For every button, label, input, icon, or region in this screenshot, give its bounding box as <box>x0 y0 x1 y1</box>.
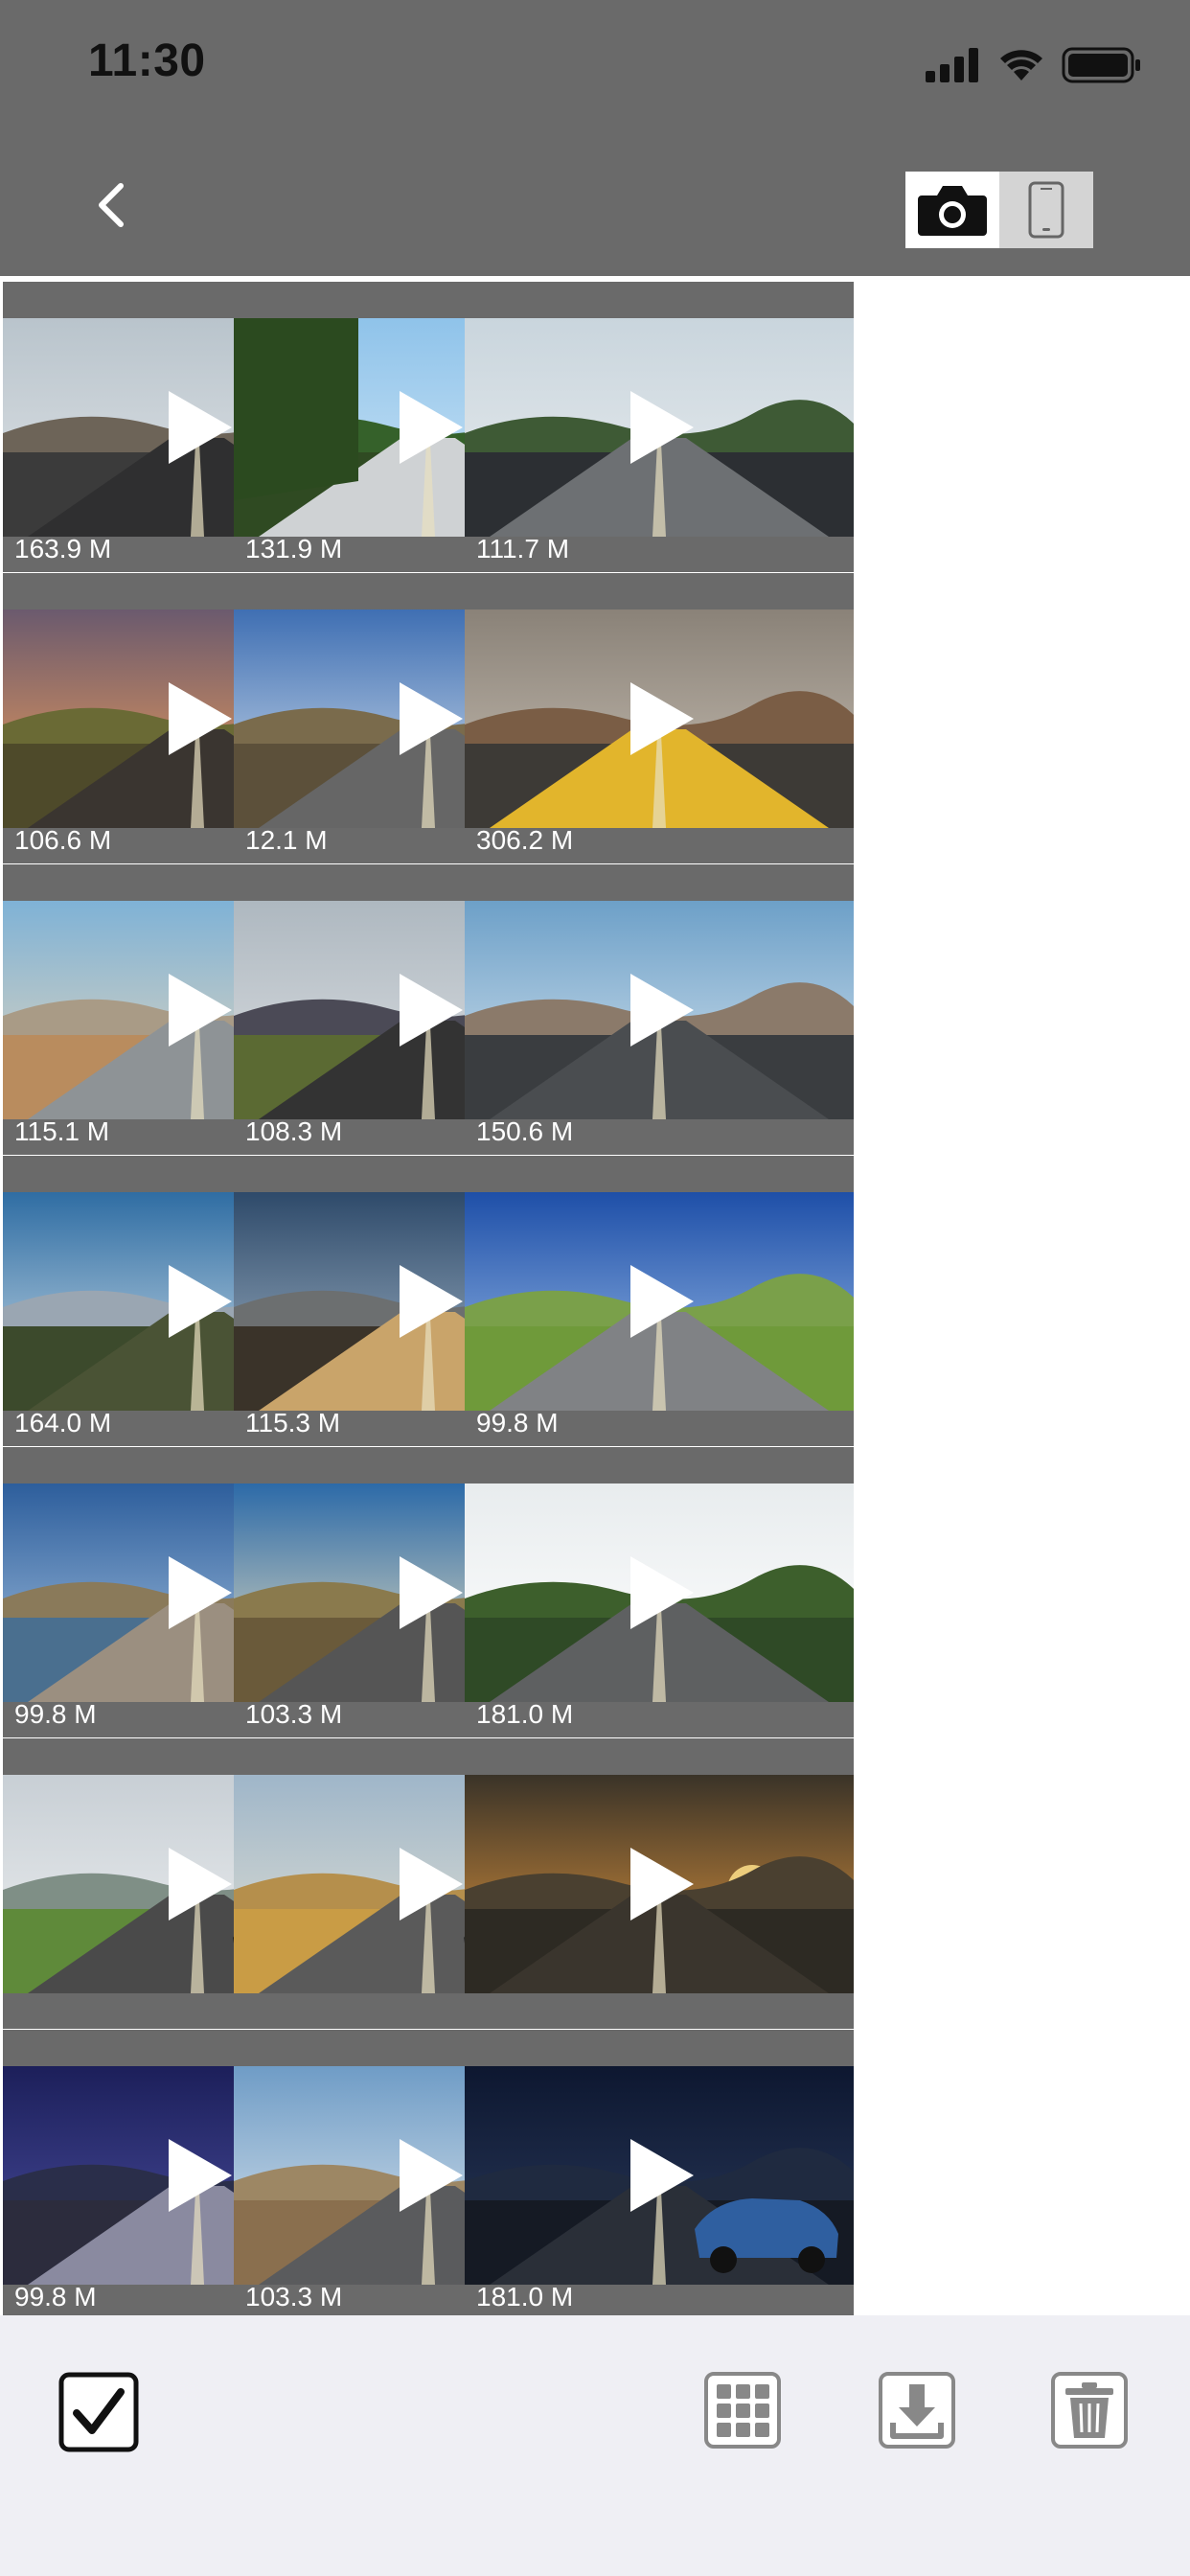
play-icon <box>169 682 232 755</box>
video-thumbnail <box>465 610 854 828</box>
video-size-label: 111.7 M <box>476 534 570 564</box>
play-icon <box>169 391 232 464</box>
video-thumbnail <box>465 318 854 537</box>
download-button[interactable] <box>878 2371 956 2454</box>
play-icon <box>400 2139 463 2212</box>
video-size-label: 164.0 M <box>14 1408 112 1438</box>
chevron-left-icon <box>99 183 124 227</box>
play-icon <box>400 974 463 1046</box>
mode-toggle <box>905 172 1093 248</box>
signal-icon <box>926 48 978 82</box>
play-icon <box>169 1556 232 1629</box>
wifi-icon <box>1000 50 1042 80</box>
play-icon <box>400 391 463 464</box>
video-tile[interactable]: 111.7 M <box>465 282 854 572</box>
video-size-label: 103.3 M <box>245 2282 343 2312</box>
video-tile[interactable]: 181.0 M <box>465 2030 854 2315</box>
checkbox-checked-icon <box>58 2372 139 2452</box>
select-all-button[interactable] <box>57 2371 140 2458</box>
bottom-toolbar <box>0 2315 1190 2576</box>
play-icon <box>169 1265 232 1338</box>
video-size-label: 99.8 M <box>14 1699 97 1729</box>
video-size-label: 181.0 M <box>476 2282 574 2312</box>
video-size-label: 99.8 M <box>476 1408 559 1438</box>
play-icon <box>630 682 694 755</box>
video-size-label: 115.1 M <box>14 1116 110 1146</box>
trash-icon <box>1051 2372 1128 2449</box>
battery-icon <box>1062 47 1140 83</box>
video-size-label: 181.0 M <box>476 1699 574 1729</box>
grid-view-button[interactable] <box>703 2371 782 2454</box>
video-size-label: 106.6 M <box>14 825 112 855</box>
phone-icon <box>1028 181 1064 239</box>
video-thumbnail <box>465 2066 854 2285</box>
video-size-label: 12.1 M <box>245 825 328 855</box>
play-icon <box>630 974 694 1046</box>
video-thumbnail <box>465 901 854 1119</box>
play-icon <box>630 1848 694 1920</box>
play-icon <box>630 1556 694 1629</box>
status-time: 11:30 <box>88 35 206 86</box>
video-size-label: 99.8 M <box>14 2282 97 2312</box>
video-thumbnail <box>465 1192 854 1411</box>
play-icon <box>169 974 232 1046</box>
play-icon <box>400 1556 463 1629</box>
play-icon <box>630 2139 694 2212</box>
video-tile[interactable]: 181.0 M <box>465 1447 854 1737</box>
video-thumbnail <box>465 1484 854 1702</box>
top-bar: 11:30 <box>0 0 1190 276</box>
play-icon <box>169 2139 232 2212</box>
delete-button[interactable] <box>1050 2371 1129 2454</box>
video-size-label: 150.6 M <box>476 1116 574 1146</box>
video-tile[interactable]: 306.2 M <box>465 573 854 863</box>
video-size-label: 108.3 M <box>245 1116 343 1146</box>
video-size-label: 306.2 M <box>476 825 574 855</box>
play-icon <box>400 1848 463 1920</box>
video-tile[interactable]: 99.8 M <box>465 1156 854 1446</box>
camera-icon <box>918 186 987 236</box>
play-icon <box>169 1848 232 1920</box>
video-size-label: 131.9 M <box>245 534 343 564</box>
video-size-label: 163.9 M <box>14 534 112 564</box>
play-icon <box>630 1265 694 1338</box>
back-button[interactable] <box>84 176 142 234</box>
video-grid: 163.9 M 131.9 M 111.7 M 106.6 M 12.1 M 3… <box>0 276 1190 2315</box>
play-icon <box>400 682 463 755</box>
video-size-label: 103.3 M <box>245 1699 343 1729</box>
play-icon <box>630 391 694 464</box>
download-icon <box>879 2372 955 2449</box>
grid-icon <box>704 2372 781 2449</box>
play-icon <box>400 1265 463 1338</box>
phone-mode-button[interactable] <box>999 172 1093 248</box>
video-tile[interactable] <box>465 1738 854 2029</box>
video-tile[interactable]: 150.6 M <box>465 864 854 1155</box>
status-icons <box>926 46 1142 84</box>
video-size-label: 115.3 M <box>245 1408 341 1438</box>
camera-mode-button[interactable] <box>905 172 999 248</box>
video-thumbnail <box>465 1775 854 1993</box>
